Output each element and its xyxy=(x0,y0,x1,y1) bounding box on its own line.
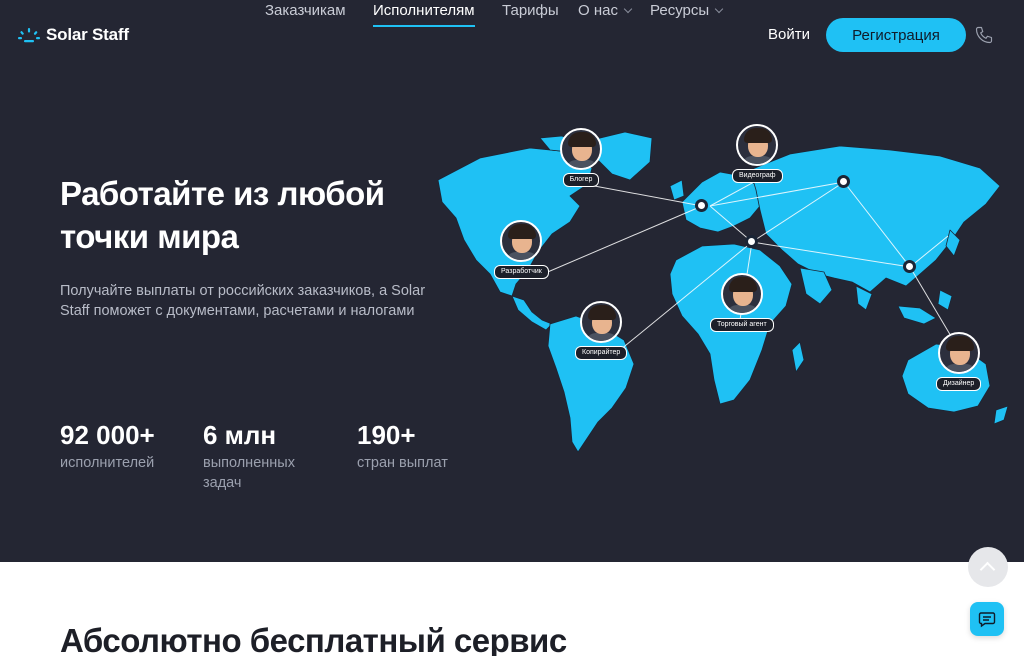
role-tag: Торговый агент xyxy=(710,318,774,332)
avatar-pin-designer[interactable]: Дизайнер xyxy=(936,332,982,391)
nav-about[interactable]: О нас xyxy=(578,0,633,24)
location-pin[interactable] xyxy=(837,175,850,188)
location-pin[interactable] xyxy=(745,235,758,248)
nav-pricing[interactable]: Тарифы xyxy=(502,0,559,24)
chevron-down-icon xyxy=(714,4,724,14)
role-tag: Копирайтер xyxy=(575,346,628,360)
avatar-pin-sales-agent[interactable]: Торговый агент xyxy=(710,273,774,332)
avatar-pin-blogger[interactable]: Блогер xyxy=(560,128,602,187)
logo[interactable]: Solar Staff xyxy=(18,24,129,46)
hero-title: Работайте из любой точки мира xyxy=(60,175,385,255)
hero-subtitle: Получайте выплаты от российских заказчик… xyxy=(60,283,426,319)
nav-resources[interactable]: Ресурсы xyxy=(650,0,724,24)
site-header: Solar Staff Заказчикам Исполнителям Тари… xyxy=(0,0,1024,70)
stat-performers: 92 000+ исполнителей xyxy=(60,420,155,473)
avatar xyxy=(720,273,763,315)
logo-text: Solar Staff xyxy=(46,25,129,44)
location-pin[interactable] xyxy=(695,199,708,212)
stat-label: исполнителей xyxy=(60,455,155,471)
nav-about-label: О нас xyxy=(578,2,618,19)
role-tag: Дизайнер xyxy=(936,377,982,391)
nav-resources-label: Ресурсы xyxy=(650,2,710,19)
avatar xyxy=(937,332,980,374)
chat-button[interactable] xyxy=(970,602,1004,636)
location-pin[interactable] xyxy=(903,260,916,273)
role-tag: Блогер xyxy=(562,173,600,187)
avatar xyxy=(560,128,602,170)
scroll-top-button[interactable] xyxy=(968,547,1008,587)
avatar xyxy=(500,220,543,262)
stat-tasks: 6 млн выполненных задач xyxy=(203,420,323,493)
register-button[interactable]: Регистрация xyxy=(826,18,966,52)
role-tag: Разработчик xyxy=(494,265,549,279)
phone-icon[interactable] xyxy=(974,25,994,45)
avatar-pin-videographer[interactable]: Видеограф xyxy=(732,124,783,183)
avatar-pin-developer[interactable]: Разработчик xyxy=(494,220,549,279)
nav-performers[interactable]: Исполнителям xyxy=(373,0,475,27)
avatar xyxy=(580,301,623,343)
chevron-up-icon xyxy=(979,561,996,578)
world-map: Блогер Видеограф Разработчик Копирайтер … xyxy=(420,110,1024,460)
nav-customers[interactable]: Заказчикам xyxy=(265,0,346,24)
stat-value: 92 000+ xyxy=(60,420,155,450)
section-title: Абсолютно бесплатный сервис xyxy=(60,622,567,656)
sun-rays-icon xyxy=(18,28,40,43)
chat-icon xyxy=(978,612,996,628)
role-tag: Видеограф xyxy=(732,169,783,183)
chevron-down-icon xyxy=(623,4,633,14)
stat-value: 6 млн xyxy=(203,420,277,450)
stat-label: выполненных задач xyxy=(203,455,295,491)
avatar-pin-copywriter[interactable]: Копирайтер xyxy=(575,301,628,360)
login-link[interactable]: Войти xyxy=(768,24,810,46)
avatar xyxy=(736,124,779,166)
